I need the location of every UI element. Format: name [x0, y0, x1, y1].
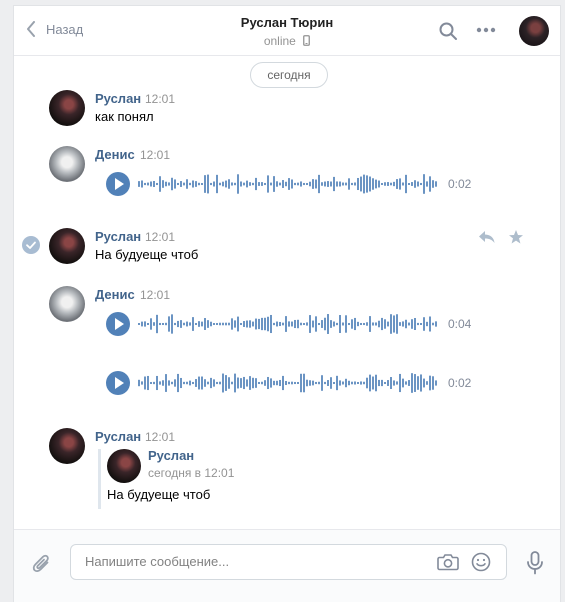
smile-icon[interactable] [471, 552, 491, 572]
message-time: 12:01 [145, 430, 176, 444]
camera-icon[interactable] [437, 553, 459, 571]
message-author[interactable]: Руслан [95, 91, 141, 106]
voice-duration: 0:02 [448, 376, 472, 390]
forwarded-text: На будуеще чтоб [107, 487, 211, 502]
check-icon[interactable] [22, 236, 40, 254]
chat-status: online [14, 34, 560, 48]
message-author[interactable]: Руслан [95, 229, 141, 244]
phone-icon [303, 35, 311, 46]
waveform[interactable] [138, 371, 438, 395]
voice-duration: 0:04 [448, 317, 472, 331]
play-icon[interactable] [106, 371, 130, 395]
waveform[interactable] [138, 312, 438, 336]
voice-message[interactable]: 0:02 [106, 172, 486, 196]
voice-message[interactable]: 0:04 [106, 312, 486, 336]
message-input[interactable] [83, 553, 417, 570]
message-text: На будуеще чтоб [95, 247, 199, 262]
play-icon[interactable] [106, 172, 130, 196]
message-time: 12:01 [145, 92, 176, 106]
avatar[interactable] [49, 428, 85, 464]
voice-message[interactable]: 0:02 [106, 371, 486, 395]
forwarded-author[interactable]: Руслан [148, 448, 194, 463]
message-time: 12:01 [140, 148, 171, 162]
more-icon[interactable] [476, 27, 496, 33]
mic-icon[interactable] [526, 551, 544, 575]
voice-duration: 0:02 [448, 177, 472, 191]
avatar[interactable] [49, 286, 85, 322]
star-icon[interactable] [508, 229, 524, 245]
play-icon[interactable] [106, 312, 130, 336]
reply-icon[interactable] [478, 230, 496, 244]
waveform[interactable] [138, 172, 438, 196]
message-input-box [70, 544, 507, 580]
forwarded-date[interactable]: сегодня в 12:01 [148, 466, 234, 480]
avatar[interactable] [49, 90, 85, 126]
status-text: online [263, 34, 296, 48]
chat-avatar[interactable] [519, 16, 549, 46]
chat-header: Назад Руслан Тюрин online [14, 6, 560, 56]
message-author[interactable]: Руслан [95, 429, 141, 444]
date-divider: сегодня [250, 62, 328, 88]
message-text: как понял [95, 109, 154, 124]
message-author[interactable]: Денис [95, 147, 135, 162]
forwarded-avatar[interactable] [107, 449, 141, 483]
message-time: 12:01 [145, 230, 176, 244]
avatar[interactable] [49, 146, 85, 182]
message-time: 12:01 [140, 288, 171, 302]
message-author[interactable]: Денис [95, 287, 135, 302]
avatar[interactable] [49, 228, 85, 264]
search-icon[interactable] [438, 21, 458, 41]
composer [14, 529, 560, 602]
chat-window: Назад Руслан Тюрин online сегодня Руслан… [13, 5, 561, 602]
forwarded-bar [98, 449, 101, 509]
attach-icon[interactable] [32, 553, 52, 575]
